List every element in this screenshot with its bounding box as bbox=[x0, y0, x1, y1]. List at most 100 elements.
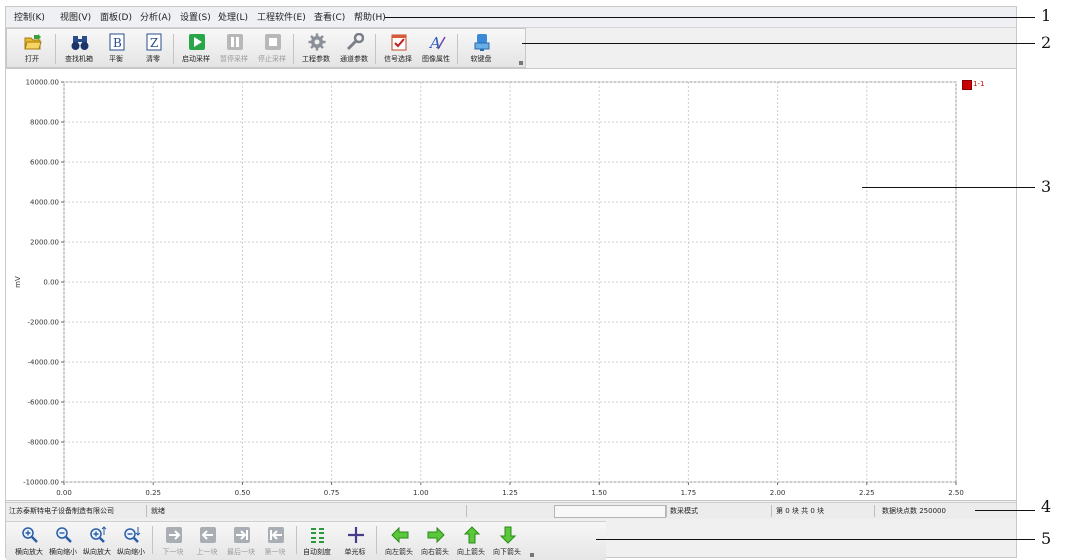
arrow-up-button[interactable]: 向上箭头 bbox=[454, 524, 488, 558]
legend-swatch[interactable] bbox=[962, 80, 972, 90]
last-block-icon bbox=[234, 527, 250, 543]
prev-block-icon bbox=[200, 527, 216, 543]
vertical-zoom-out-icon bbox=[124, 527, 141, 543]
x-axis-label: s bbox=[508, 498, 512, 500]
soft-keyboard-button[interactable]: 软键盘 bbox=[462, 31, 500, 66]
zero-button[interactable]: Z 清零 bbox=[134, 31, 172, 66]
status-divider bbox=[874, 505, 875, 517]
x-tick-label: 2.50 bbox=[948, 489, 964, 497]
callout-number-2: 2 bbox=[1041, 33, 1052, 52]
pause-icon bbox=[227, 34, 243, 50]
channel-params-button[interactable]: 通道参数 bbox=[335, 31, 373, 66]
x-tick-label: 0.25 bbox=[145, 489, 161, 497]
menu-process[interactable]: 处理(L) bbox=[218, 10, 248, 23]
callout-line-2 bbox=[522, 43, 1035, 44]
status-mode: 数采模式 bbox=[670, 507, 698, 515]
x-tick-label: 2.25 bbox=[859, 489, 875, 497]
view-toolbar: 横向放大 横向缩小 纵向放大 纵向缩小 下一块 上一块 最后一块 第一块 自动刻… bbox=[6, 521, 606, 560]
waveform-chart[interactable]: 0.00 0.25 0.50 0.75 1.00 1.25 1.50 1.75 2.00 2.25… bbox=[6, 68, 1016, 501]
arrow-left-button[interactable]: 向左箭头 bbox=[382, 524, 416, 558]
callout-line-4 bbox=[975, 510, 1035, 511]
y-tick-label: -6000.00 bbox=[28, 399, 59, 407]
menu-view[interactable]: 视图(V) bbox=[60, 10, 91, 23]
arrow-right-button[interactable]: 向右箭头 bbox=[418, 524, 452, 558]
start-sampling-button[interactable]: 启动采样 bbox=[177, 31, 215, 66]
play-icon bbox=[189, 34, 205, 50]
first-block-icon bbox=[268, 527, 284, 543]
x-tick-label: 2.00 bbox=[770, 489, 786, 497]
status-divider bbox=[466, 505, 467, 517]
x-tick-label: 1.25 bbox=[502, 489, 518, 497]
pause-sampling-button[interactable]: 暂停采样 bbox=[215, 31, 253, 66]
vertical-zoom-out-label: 纵向缩小 bbox=[117, 548, 145, 556]
y-tick-label: 8000.00 bbox=[30, 119, 59, 127]
callout-number-1: 1 bbox=[1041, 6, 1052, 25]
single-cursor-label: 单光标 bbox=[344, 548, 366, 556]
keyboard-icon bbox=[474, 34, 490, 51]
callout-line-3 bbox=[862, 187, 1035, 188]
project-params-button[interactable]: 工程参数 bbox=[297, 31, 335, 66]
status-divider bbox=[771, 505, 772, 517]
folder-open-icon bbox=[24, 34, 42, 50]
signal-select-button[interactable]: 信号选择 bbox=[379, 31, 417, 66]
stop-sampling-label: 停止采样 bbox=[258, 55, 286, 63]
legend-series-label: 1-1 bbox=[973, 80, 985, 88]
font-style-icon: A bbox=[428, 34, 446, 51]
menu-panel[interactable]: 面板(D) bbox=[100, 10, 132, 23]
zoom-in-icon bbox=[22, 527, 38, 543]
toolbar-grip[interactable] bbox=[519, 61, 523, 65]
open-button[interactable]: 打开 bbox=[13, 31, 51, 66]
y-tick-label: 6000.00 bbox=[30, 159, 59, 167]
image-properties-button[interactable]: A 图像属性 bbox=[417, 31, 455, 66]
menu-control[interactable]: 控制(K) bbox=[14, 10, 45, 23]
menu-engineering-software[interactable]: 工程软件(E) bbox=[257, 10, 306, 23]
arrow-down-icon bbox=[499, 526, 517, 544]
first-block-button[interactable]: 第一块 bbox=[258, 524, 292, 558]
wrench-icon bbox=[346, 33, 364, 51]
vertical-zoom-in-icon bbox=[90, 526, 107, 543]
y-tick-label: 10000.00 bbox=[26, 79, 59, 87]
image-properties-label: 图像属性 bbox=[422, 55, 450, 63]
toolbar-grip[interactable] bbox=[530, 553, 534, 557]
menu-analysis[interactable]: 分析(A) bbox=[140, 10, 171, 23]
status-divider bbox=[666, 505, 667, 517]
arrow-down-button[interactable]: 向下箭头 bbox=[490, 524, 524, 558]
arrow-down-label: 向下箭头 bbox=[493, 548, 521, 556]
soft-keyboard-label: 软键盘 bbox=[470, 55, 492, 63]
binoculars-icon bbox=[71, 36, 89, 50]
callout-line-5 bbox=[596, 539, 1035, 540]
auto-scale-button[interactable]: 自动刻度 bbox=[300, 524, 334, 558]
menu-help[interactable]: 帮助(H) bbox=[354, 10, 386, 23]
menu-check[interactable]: 查看(C) bbox=[314, 10, 345, 23]
open-label: 打开 bbox=[25, 55, 39, 63]
y-tick-label: -4000.00 bbox=[28, 359, 59, 367]
callout-number-5: 5 bbox=[1041, 529, 1052, 548]
checklist-icon bbox=[391, 34, 407, 51]
status-points: 数据块点数 250000 bbox=[882, 507, 946, 515]
auto-scale-icon bbox=[311, 528, 324, 543]
chart-canvas[interactable]: 0.00 0.25 0.50 0.75 1.00 1.25 1.50 1.75 2.00 2.25… bbox=[6, 69, 1016, 501]
arrow-up-icon bbox=[463, 526, 481, 544]
stop-sampling-button[interactable]: 停止采样 bbox=[253, 31, 291, 66]
x-tick-label: 0.75 bbox=[324, 489, 340, 497]
single-cursor-button[interactable]: 单光标 bbox=[338, 524, 372, 558]
x-tick-label: 1.00 bbox=[413, 489, 429, 497]
zero-z-icon: Z bbox=[146, 33, 162, 51]
stop-icon bbox=[265, 34, 281, 50]
callout-line-1 bbox=[385, 17, 1035, 18]
next-block-icon bbox=[166, 527, 182, 543]
status-state: 就绪 bbox=[151, 507, 165, 515]
zero-label: 清零 bbox=[146, 55, 160, 63]
first-block-label: 第一块 bbox=[264, 548, 286, 556]
x-tick-label: 1.75 bbox=[681, 489, 697, 497]
main-toolbar: 打开 查找机箱 B 平衡 Z 清零 启动采样 暂停采样 停止采样 工程参数 通道… bbox=[6, 28, 526, 68]
status-bar: 江苏泰斯特电子设备制造有限公司 就绪 数采模式 第 0 块 共 0 块 数据块点… bbox=[6, 502, 1016, 519]
x-tick-label: 0.00 bbox=[56, 489, 72, 497]
vertical-zoom-out-button[interactable]: 纵向缩小 bbox=[114, 524, 148, 558]
status-block: 第 0 块 共 0 块 bbox=[776, 507, 825, 515]
svg-text:B: B bbox=[113, 36, 122, 50]
svg-text:Z: Z bbox=[150, 36, 158, 50]
x-tick-label: 1.50 bbox=[591, 489, 607, 497]
menu-settings[interactable]: 设置(S) bbox=[180, 10, 211, 23]
gear-icon bbox=[308, 33, 326, 51]
